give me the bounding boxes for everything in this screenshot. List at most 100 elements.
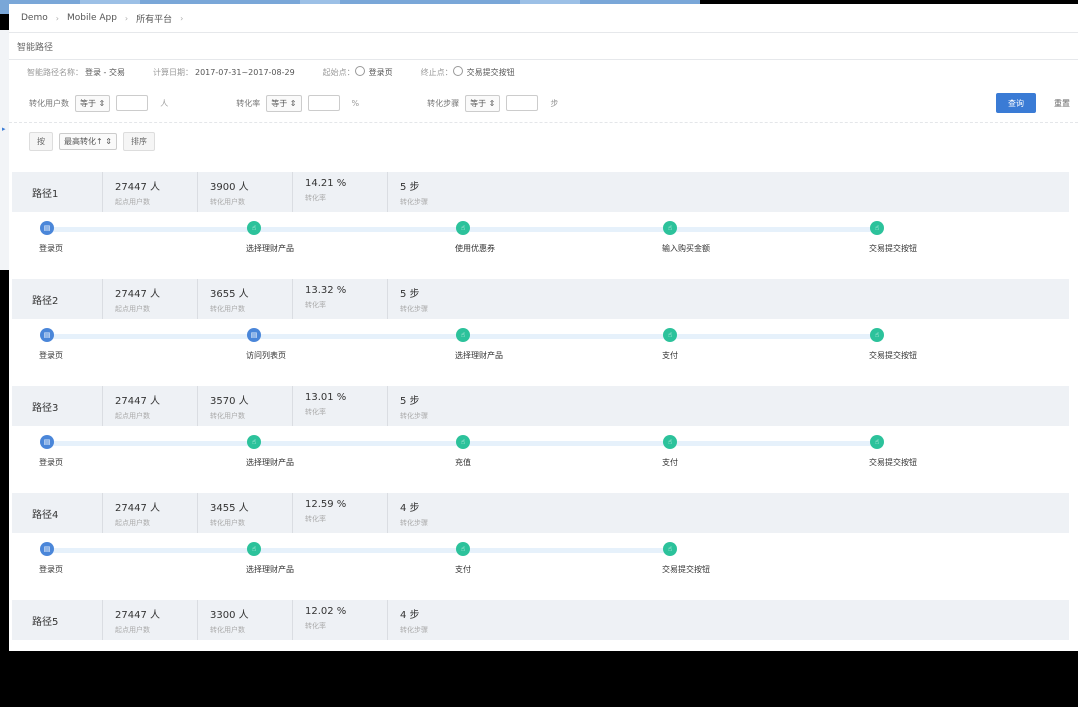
path-stat: 5 步转化步骤 <box>387 279 482 319</box>
path-stat: 4 步转化步骤 <box>387 600 482 640</box>
step-label: 支付 <box>662 351 678 360</box>
path-stat: 13.32 % 转化率 <box>292 279 387 319</box>
path-stat: 3655 人转化用户数 <box>197 279 292 319</box>
breadcrumb-separator-icon: › <box>124 13 129 23</box>
path-stat: 5 步转化步骤 <box>387 172 482 212</box>
path-card: 路径5 27447 人起点用户数 3300 人转化用户数 12.02 % 转化率 4 步转… <box>12 600 1069 707</box>
stat-value: 5 步 <box>400 182 420 193</box>
hand-pointer-icon[interactable]: ☝ <box>456 221 470 235</box>
hand-pointer-icon[interactable]: ☝ <box>247 221 261 235</box>
filter-bar: 转化用户数 等于 ⇕ 人 转化率 等于 ⇕ % 转化步骤 等于 ⇕ 步 查询 重… <box>9 84 1078 122</box>
stat-label: 转化步骤 <box>400 626 428 634</box>
page-icon[interactable]: ▤ <box>40 221 54 235</box>
filter-label: 转化步骤 <box>427 98 460 108</box>
hand-pointer-icon[interactable]: ☝ <box>663 221 677 235</box>
stat-value: 27447 人 <box>115 610 160 621</box>
hand-pointer-icon[interactable]: ☝ <box>247 542 261 556</box>
sort-button[interactable]: 排序 <box>122 131 155 151</box>
hand-pointer-icon[interactable]: ☝ <box>456 435 470 449</box>
stat-value: 3655 人 <box>210 289 249 300</box>
step-label: 选择理财产品 <box>246 244 294 253</box>
path-stat: 27447 人起点用户数 <box>102 279 197 319</box>
page-icon[interactable]: ▤ <box>247 328 261 342</box>
path-stat: 3455 人转化用户数 <box>197 493 292 533</box>
operator-select[interactable]: 等于 ⇕ <box>75 94 111 112</box>
hand-pointer-icon[interactable]: ☝ <box>870 435 884 449</box>
reset-button[interactable]: 重置 <box>1047 93 1077 113</box>
hand-pointer-icon[interactable]: ☝ <box>663 435 677 449</box>
path-card-header: 路径5 27447 人起点用户数 3300 人转化用户数 12.02 % 转化率 4 步转… <box>12 600 1069 640</box>
step-label: 登录页 <box>39 244 63 253</box>
start-point-label: 起始点： <box>322 68 355 77</box>
sort-by-label: 按 <box>29 131 53 151</box>
page-icon[interactable]: ▤ <box>40 328 54 342</box>
path-card: 路径3 27447 人起点用户数 3570 人转化用户数 13.01 % 转化率 5 步转… <box>12 386 1069 493</box>
calc-date-value: 2017-07-31~2017-08-29 <box>194 67 295 77</box>
breadcrumb-separator-icon: › <box>55 13 59 23</box>
stat-label: 转化步骤 <box>400 519 428 527</box>
start-point-value: 登录页 <box>368 68 393 77</box>
filter-conversion-steps: 转化步骤 等于 ⇕ 步 <box>427 94 559 112</box>
step-label: 登录页 <box>39 565 63 574</box>
path-stat: 13.01 % 转化率 <box>292 386 387 426</box>
path-stat: 12.02 % 转化率 <box>292 600 387 640</box>
unit-label: 步 <box>550 98 559 108</box>
path-stat: 14.21 % 转化率 <box>292 172 387 212</box>
stat-label: 转化用户数 <box>210 198 245 206</box>
stat-value: 3300 人 <box>210 610 249 621</box>
stat-value: 4 步 <box>400 503 420 514</box>
stat-label: 转化步骤 <box>400 305 428 313</box>
path-card-header: 路径3 27447 人起点用户数 3570 人转化用户数 13.01 % 转化率 5 步转… <box>12 386 1069 426</box>
stat-label: 转化用户数 <box>210 412 245 420</box>
path-name-label: 智能路径名称： <box>27 67 83 77</box>
conversion-users-input[interactable] <box>116 95 149 111</box>
stat-label: 转化率 <box>305 408 326 416</box>
path-stat: 27447 人起点用户数 <box>102 600 197 640</box>
operator-select[interactable]: 等于 ⇕ <box>266 94 302 112</box>
conversion-rate-input[interactable] <box>307 95 340 111</box>
path-info-bar: 智能路径名称： 登录 - 交易 计算日期： 2017-07-31~2017-08-2… <box>9 60 1078 84</box>
operator-select[interactable]: 等于 ⇕ <box>465 94 501 112</box>
stat-label: 转化用户数 <box>210 626 245 634</box>
stat-value: 5 步 <box>400 396 420 407</box>
query-button[interactable]: 查询 <box>996 93 1036 113</box>
breadcrumb-item-platform[interactable]: 所有平台 <box>136 12 172 25</box>
step-label: 交易提交按钮 <box>869 244 917 253</box>
path-name: 路径2 <box>32 295 59 307</box>
path-stat: 3570 人转化用户数 <box>197 386 292 426</box>
path-stat: 3300 人转化用户数 <box>197 600 292 640</box>
hand-pointer-icon[interactable]: ☝ <box>247 435 261 449</box>
stat-value: 14.21 % <box>305 178 347 189</box>
stat-value: 3900 人 <box>210 182 249 193</box>
sort-field-select[interactable]: 最高转化↑ ⇕ <box>59 132 117 150</box>
step-label: 选择理财产品 <box>246 458 294 467</box>
stat-label: 转化率 <box>305 515 326 523</box>
path-track <box>47 548 670 553</box>
conversion-steps-input[interactable] <box>506 95 539 111</box>
step-label: 充值 <box>455 458 471 467</box>
stat-label: 起点用户数 <box>115 626 150 634</box>
hand-pointer-icon[interactable]: ☝ <box>870 328 884 342</box>
hand-pointer-icon[interactable]: ☝ <box>456 328 470 342</box>
stat-value: 27447 人 <box>115 182 160 193</box>
breadcrumb-item-app[interactable]: Mobile App <box>67 13 117 23</box>
path-stat: 4 步转化步骤 <box>387 493 482 533</box>
path-name: 路径5 <box>32 616 59 628</box>
page-icon[interactable]: ▤ <box>40 435 54 449</box>
path-name: 路径1 <box>32 188 59 200</box>
path-stat: 27447 人起点用户数 <box>102 493 197 533</box>
hand-pointer-icon[interactable]: ☝ <box>663 542 677 556</box>
page-icon[interactable]: ▤ <box>40 542 54 556</box>
filter-conversion-users: 转化用户数 等于 ⇕ 人 <box>29 94 168 112</box>
stat-label: 转化步骤 <box>400 198 428 206</box>
stat-value: 3455 人 <box>210 503 249 514</box>
breadcrumb-item-project[interactable]: Demo <box>21 13 48 23</box>
hand-pointer-icon[interactable]: ☝ <box>456 542 470 556</box>
hand-pointer-icon[interactable]: ☝ <box>663 328 677 342</box>
filter-label: 转化用户数 <box>29 98 69 108</box>
hand-pointer-icon[interactable]: ☝ <box>870 221 884 235</box>
sidebar-marker: ▸ <box>2 125 6 133</box>
step-label: 支付 <box>455 565 471 574</box>
breadcrumb: Demo › Mobile App › 所有平台 › <box>9 4 1078 33</box>
stat-value: 27447 人 <box>115 503 160 514</box>
